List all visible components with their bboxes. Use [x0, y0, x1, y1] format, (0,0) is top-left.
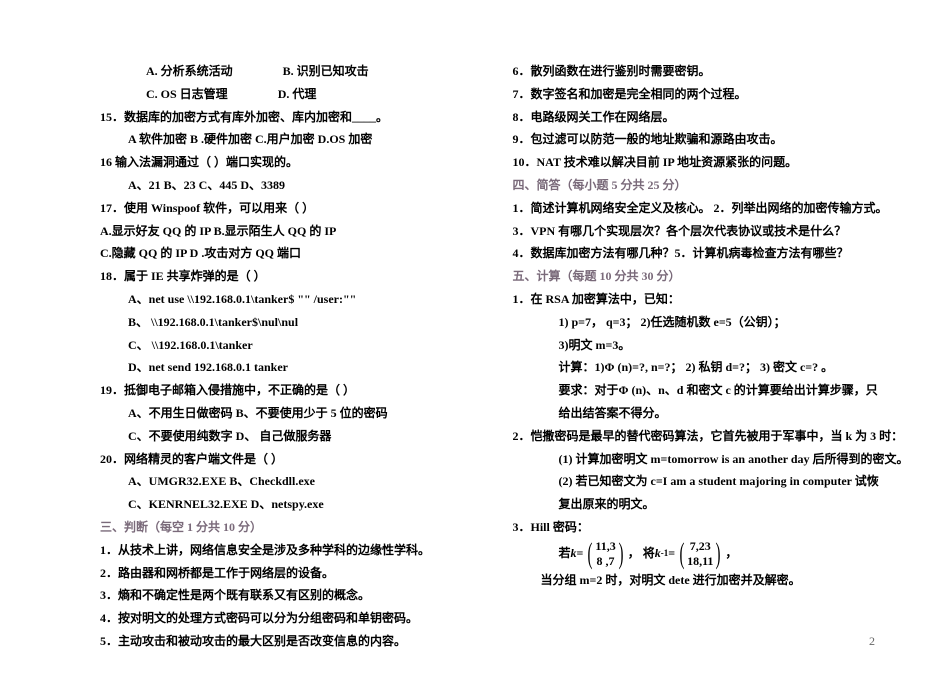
short-1-2: 1．简述计算机网络安全定义及核心。 2．列举出网络的加密传输方式。 [513, 197, 886, 220]
calc-2: 2．恺撒密码是最早的替代密码算法，它首先被用于军事中，当 k 为 3 时： [513, 425, 886, 448]
matrix-mid: ， 将 [628, 542, 655, 565]
judge-3: 3．熵和不确定性是两个既有联系又有区别的概念。 [100, 584, 473, 607]
judge-4: 4．按对明文的处理方式密码可以分为分组密码和单钥密码。 [100, 607, 473, 630]
calc-2-a: (1) 计算加密明文 m=tomorrow is an another day … [513, 448, 886, 471]
opt-c: C. OS 日志管理 [146, 87, 228, 101]
question-19: 19．抵御电子邮箱入侵措施中，不正确的是（ ） [100, 379, 473, 402]
judge-1: 1．从技术上讲，网络信息安全是涉及多种学科的边缘性学科。 [100, 539, 473, 562]
question-16-opts: A、21 B、23 C、445 D、3389 [100, 174, 473, 197]
matrix-a: ( 11,3 8 ,7 ) [585, 539, 625, 569]
question-20-b: C、KENRNEL32.EXE D、netspy.exe [100, 493, 473, 516]
question-16: 16 输入法漏洞通过（ ）端口实现的。 [100, 151, 473, 174]
paren-right-icon: ) [618, 539, 623, 569]
question-19-a: A、不用生日做密码 B、不要使用少于 5 位的密码 [100, 402, 473, 425]
short-3: 3．VPN 有哪几个实现层次？各个层次代表协议或技术是什么？ [513, 220, 886, 243]
matrix-b-row2: 18,11 [687, 554, 713, 568]
calc-1-b: 3)明文 m=3。 [513, 334, 886, 357]
paren-right-icon: ) [716, 539, 721, 569]
matrix-prefix: 若 [559, 542, 571, 565]
judge-2: 2．路由器和网桥都是工作于网络层的设备。 [100, 562, 473, 585]
matrix-sup: -1 [661, 545, 669, 562]
short-4-5: 4．数据库加密方法有哪几种？5．计算机病毒检查方法有哪些？ [513, 242, 886, 265]
opt-d: D. 代理 [278, 87, 317, 101]
section-5-title: 五、计算（每题 10 分共 30 分） [513, 265, 886, 288]
question-20-a: A、UMGR32.EXE B、Checkdll.exe [100, 470, 473, 493]
question-18-c: C、 \\192.168.0.1\tanker [100, 334, 473, 357]
judge-9: 9．包过滤可以防范一般的地址欺骗和源路由攻击。 [513, 128, 886, 151]
calc-1-a: 1) p=7， q=3； 2)任选随机数 e=5（公钥）； [513, 311, 886, 334]
question-15: 15．数据库的加密方式有库外加密、库内加密和____。 [100, 106, 473, 129]
matrix-a-row2: 8 ,7 [595, 554, 615, 568]
matrix-b: ( 7,23 18,11 ) [677, 539, 723, 569]
opt-row: A. 分析系统活动 B. 识别已知攻击 [100, 60, 473, 83]
question-18-a: A、net use \\192.168.0.1\tanker$ "" /user… [100, 288, 473, 311]
question-18: 18．属于 IE 共享炸弹的是（ ） [100, 265, 473, 288]
question-17-b: C.隐藏 QQ 的 IP D .攻击对方 QQ 端口 [100, 242, 473, 265]
calc-1-c: 计算：1)Φ (n)=?, n=?； 2) 私钥 d=?； 3) 密文 c=? … [513, 356, 886, 379]
matrix-eq: = [577, 542, 584, 565]
page-number: 2 [869, 634, 875, 649]
matrix-eq2: = [668, 542, 675, 565]
matrix-end: ， [725, 542, 737, 565]
question-20: 20．网络精灵的客户端文件是（ ） [100, 448, 473, 471]
question-15-opts: A 软件加密 B .硬件加密 C.用户加密 D.OS 加密 [100, 128, 473, 151]
matrix-b-row1: 7,23 [687, 539, 713, 553]
matrix-a-row1: 11,3 [595, 539, 615, 553]
calc-3-matrix: 若 k = ( 11,3 8 ,7 ) ， 将 k -1 = ( 7,23 18… [513, 539, 886, 569]
paren-left-icon: ( [680, 539, 685, 569]
opt-b: B. 识别已知攻击 [283, 64, 369, 78]
question-18-b: B、 \\192.168.0.1\tanker$\nul\nul [100, 311, 473, 334]
section-4-title: 四、简答（每小题 5 分共 25 分） [513, 174, 886, 197]
calc-1-d: 要求：对于Φ (n)、n、d 和密文 c 的计算要给出计算步骤，只给出结答案不得… [513, 379, 886, 425]
left-column: A. 分析系统活动 B. 识别已知攻击 C. OS 日志管理 D. 代理 15．… [100, 60, 473, 653]
right-column: 6．散列函数在进行鉴别时需要密钥。 7．数字签名和加密是完全相同的两个过程。 8… [513, 60, 886, 653]
calc-3: 3．Hill 密码： [513, 516, 886, 539]
opt-row: C. OS 日志管理 D. 代理 [100, 83, 473, 106]
question-17: 17．使用 Winspoof 软件，可以用来（ ） [100, 197, 473, 220]
judge-8: 8．电路级网关工作在网络层。 [513, 106, 886, 129]
judge-10: 10．NAT 技术难以解决目前 IP 地址资源紧张的问题。 [513, 151, 886, 174]
section-3-title: 三、判断（每空 1 分共 10 分） [100, 516, 473, 539]
question-17-a: A.显示好友 QQ 的 IP B.显示陌生人 QQ 的 IP [100, 220, 473, 243]
judge-6: 6．散列函数在进行鉴别时需要密钥。 [513, 60, 886, 83]
question-18-d: D、net send 192.168.0.1 tanker [100, 356, 473, 379]
paren-left-icon: ( [588, 539, 593, 569]
calc-2-b: (2) 若已知密文为 c=I am a student majoring in … [513, 470, 886, 516]
opt-a: A. 分析系统活动 [146, 64, 233, 78]
judge-7: 7．数字签名和加密是完全相同的两个过程。 [513, 83, 886, 106]
calc-3-b: 当分组 m=2 时，对明文 dete 进行加密并及解密。 [513, 569, 886, 592]
question-19-b: C、不要使用纯数字 D、 自己做服务器 [100, 425, 473, 448]
judge-5: 5．主动攻击和被动攻击的最大区别是否改变信息的内容。 [100, 630, 473, 653]
calc-1: 1．在 RSA 加密算法中，已知： [513, 288, 886, 311]
